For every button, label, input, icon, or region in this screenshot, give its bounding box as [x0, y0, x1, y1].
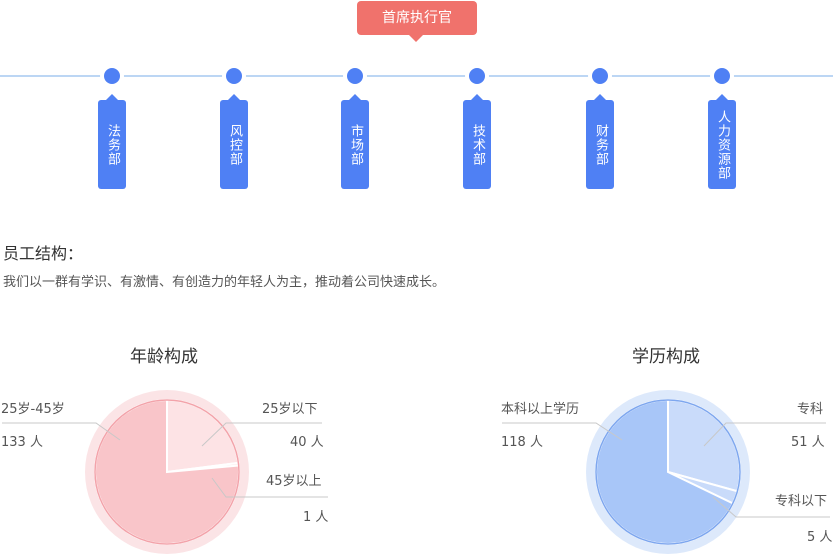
age-pie-slice-0: [166, 398, 240, 474]
age-slice-label-under-25: 25岁以下: [262, 402, 318, 417]
edu-slice-label-below-associate: 专科以下: [775, 494, 828, 509]
age-slice-count-over-45: 1 人: [303, 510, 329, 525]
edu-slice-count-below-associate: 5 人: [807, 530, 833, 545]
edu-slice-count-associate: 51 人: [791, 435, 825, 450]
age-slice-count-under-25: 40 人: [290, 435, 324, 450]
edu-slice-label-associate: 专科: [797, 402, 824, 417]
pie-charts-canvas: [2, 390, 830, 554]
age-slice-label-25-45: 25岁-45岁: [1, 402, 65, 417]
age-slice-label-over-45: 45岁以上: [266, 474, 322, 489]
age-slice-count-25-45: 133 人: [1, 435, 43, 450]
edu-slice-count-bachelor-plus: 118 人: [501, 435, 543, 450]
edu-slice-label-bachelor-plus: 本科以上学历: [501, 402, 580, 417]
